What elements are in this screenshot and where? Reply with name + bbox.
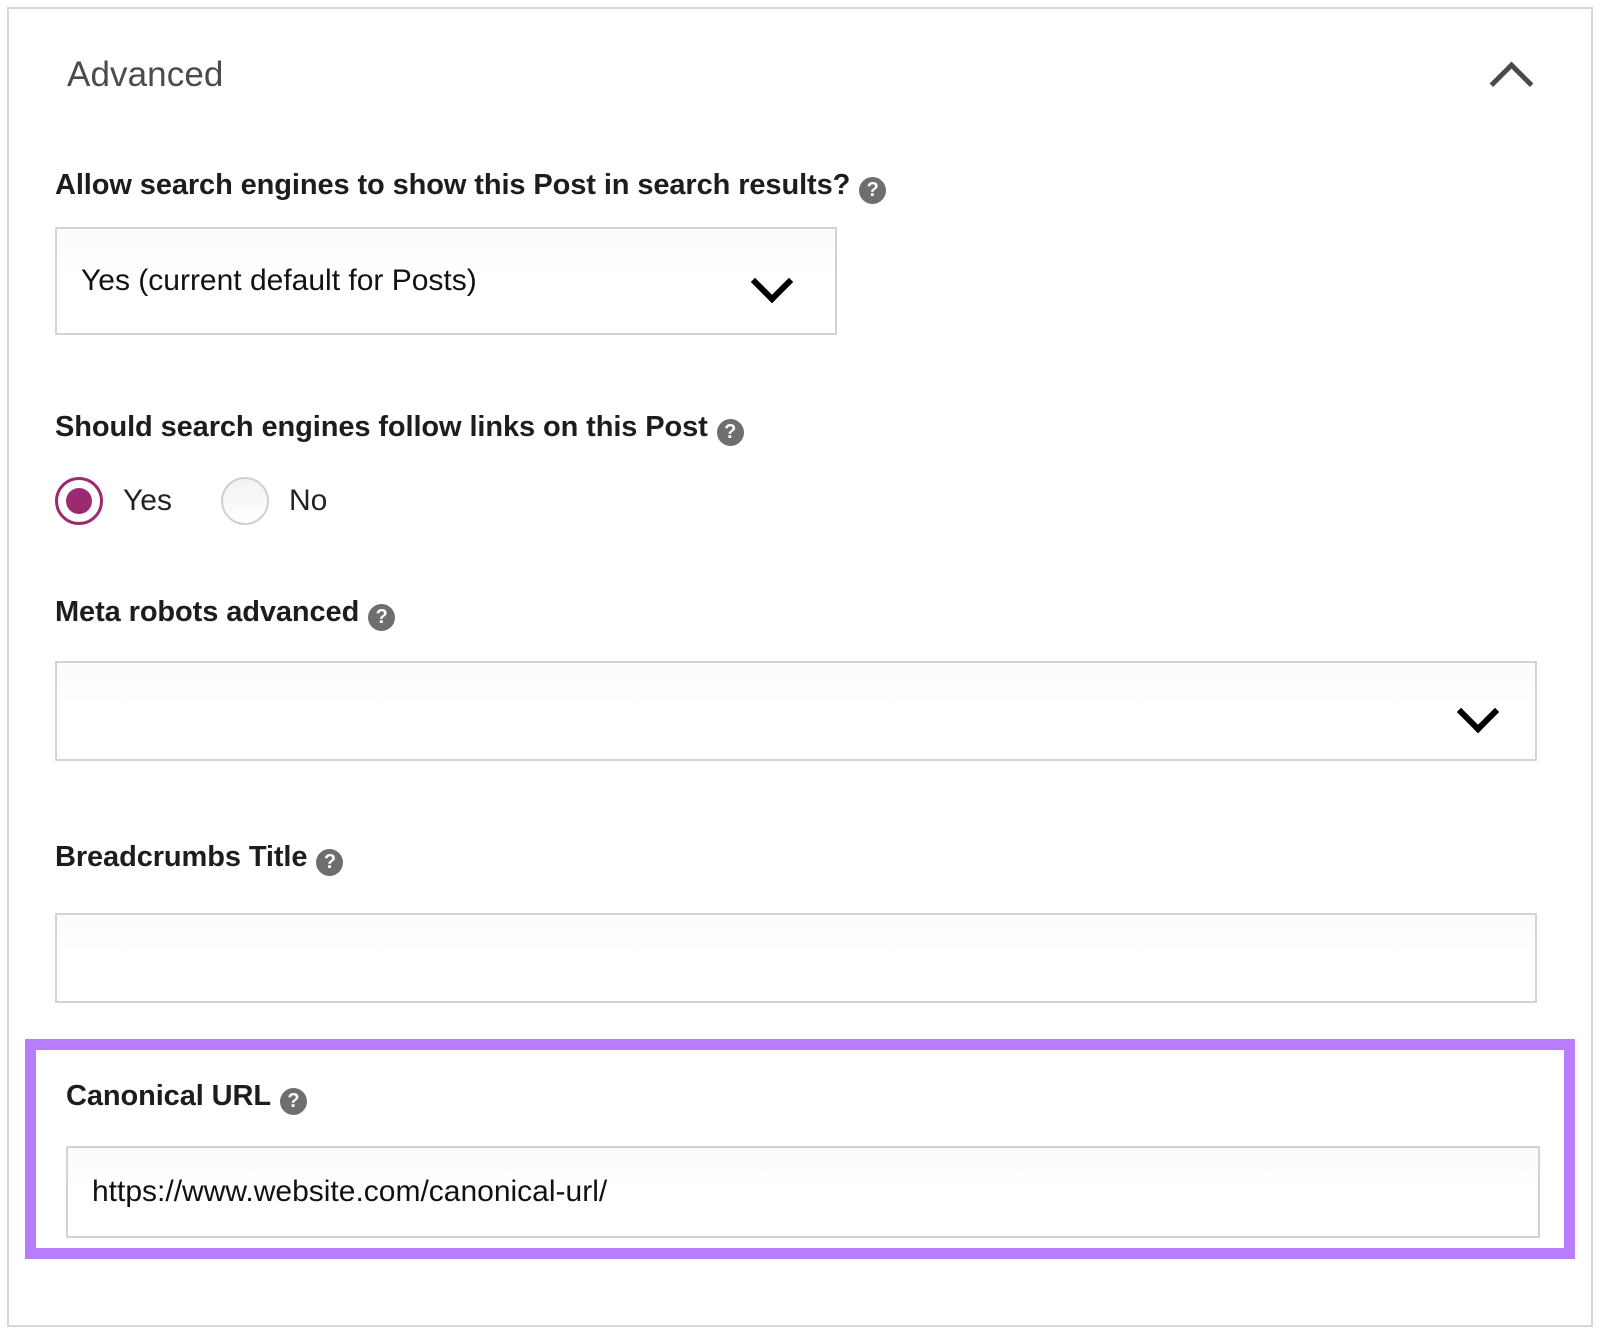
panel-header: Advanced — [9, 9, 1591, 113]
canonical-url-input[interactable]: https://www.website.com/canonical-url/ — [66, 1146, 1540, 1238]
allow-search-engines-label-text: Allow search engines to show this Post i… — [55, 169, 850, 201]
help-circle-icon[interactable]: ? — [717, 419, 744, 446]
canonical-url-value: https://www.website.com/canonical-url/ — [92, 1175, 607, 1209]
follow-links-radio-yes-label: Yes — [123, 484, 172, 518]
collapse-panel-button[interactable] — [1485, 57, 1533, 97]
follow-links-radio-no-label: No — [289, 484, 327, 518]
meta-robots-advanced-label: Meta robots advanced? — [55, 598, 395, 629]
meta-robots-advanced-select[interactable] — [55, 661, 1537, 761]
follow-links-radio-no[interactable]: No — [221, 475, 327, 527]
allow-search-engines-selected-value: Yes (current default for Posts) — [81, 264, 477, 298]
follow-links-label-text: Should search engines follow links on th… — [55, 411, 708, 443]
page-title: Advanced — [67, 57, 223, 92]
allow-search-engines-label: Allow search engines to show this Post i… — [55, 171, 886, 202]
help-circle-icon[interactable]: ? — [859, 177, 886, 204]
panel-body: Allow search engines to show this Post i… — [9, 113, 1591, 1325]
meta-robots-advanced-label-text: Meta robots advanced — [55, 596, 359, 628]
canonical-url-label: Canonical URL? — [66, 1082, 307, 1113]
follow-links-label: Should search engines follow links on th… — [55, 413, 744, 444]
breadcrumbs-title-input[interactable] — [55, 913, 1537, 1003]
allow-search-engines-select[interactable]: Yes (current default for Posts) — [55, 227, 837, 335]
canonical-url-highlight: Canonical URL? https://www.website.com/c… — [25, 1039, 1575, 1259]
radio-unselected-icon — [221, 477, 269, 525]
chevron-down-icon — [751, 261, 793, 303]
help-circle-icon[interactable]: ? — [280, 1088, 307, 1115]
chevron-up-icon — [1490, 62, 1534, 106]
advanced-settings-panel: Advanced Allow search engines to show th… — [7, 7, 1593, 1327]
chevron-down-icon — [1457, 691, 1499, 733]
help-circle-icon[interactable]: ? — [316, 849, 343, 876]
radio-selected-icon — [55, 477, 103, 525]
breadcrumbs-title-label: Breadcrumbs Title? — [55, 843, 343, 874]
breadcrumbs-title-label-text: Breadcrumbs Title — [55, 841, 307, 873]
follow-links-radio-yes[interactable]: Yes — [55, 475, 172, 527]
canonical-url-label-text: Canonical URL — [66, 1080, 271, 1112]
help-circle-icon[interactable]: ? — [368, 604, 395, 631]
